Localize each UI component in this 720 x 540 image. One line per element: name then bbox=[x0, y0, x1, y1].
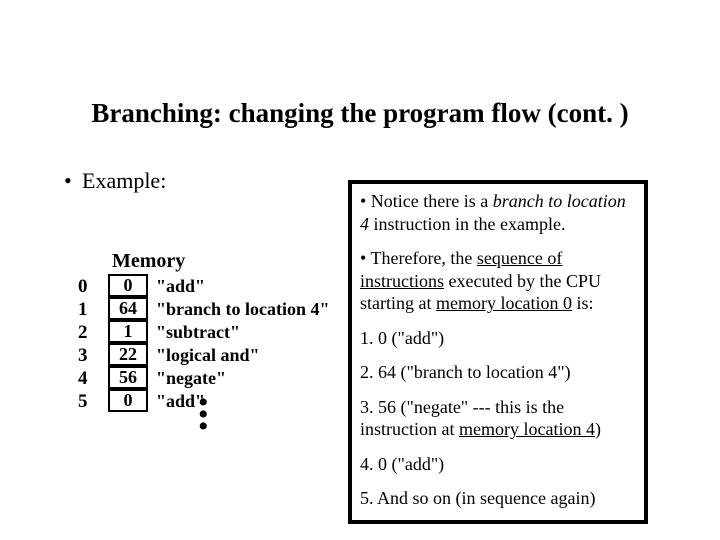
callout-p1: • Notice there is a branch to location 4… bbox=[360, 190, 636, 235]
callout-p2: • Therefore, the sequence of instruction… bbox=[360, 247, 636, 315]
memory-instr: "branch to location 4" bbox=[156, 299, 330, 320]
memory-row: 1 64 "branch to location 4" bbox=[78, 298, 330, 321]
memory-addr: 5 bbox=[78, 391, 108, 413]
example-label: Example: bbox=[82, 168, 166, 194]
ellipsis-icon: ••• bbox=[198, 398, 209, 434]
memory-instr: "logical and" bbox=[156, 345, 260, 366]
memory-addr: 0 bbox=[78, 276, 108, 298]
memory-table: Memory 0 0 "add" 1 64 "branch to locatio… bbox=[78, 250, 330, 413]
callout-step5: 5. And so on (in sequence again) bbox=[360, 487, 636, 510]
memory-addr: 4 bbox=[78, 368, 108, 390]
text: ) bbox=[595, 419, 601, 439]
text: is: bbox=[572, 293, 594, 313]
memory-value: 0 bbox=[108, 274, 148, 297]
text: • Notice there is a bbox=[360, 191, 493, 211]
memory-row: 3 22 "logical and" bbox=[78, 344, 330, 367]
memory-instr: "negate" bbox=[156, 368, 226, 389]
callout-step1: 1. 0 ("add") bbox=[360, 327, 636, 350]
callout-step2: 2. 64 ("branch to location 4") bbox=[360, 361, 636, 384]
memory-value: 0 bbox=[108, 389, 148, 412]
memory-instr: "subtract" bbox=[156, 322, 240, 343]
memory-addr: 1 bbox=[78, 299, 108, 321]
explanation-box: • Notice there is a branch to location 4… bbox=[348, 180, 648, 524]
memory-header: Memory bbox=[112, 250, 330, 273]
slide-title: Branching: changing the program flow (co… bbox=[0, 98, 720, 129]
memory-addr: 3 bbox=[78, 345, 108, 367]
memory-value: 22 bbox=[108, 343, 148, 366]
text: memory location 4 bbox=[459, 419, 595, 439]
memory-value: 56 bbox=[108, 366, 148, 389]
memory-row: 2 1 "subtract" bbox=[78, 321, 330, 344]
callout-step3: 3. 56 ("negate" --- this is the instruct… bbox=[360, 396, 636, 441]
memory-instr: "add" bbox=[156, 276, 205, 297]
memory-value: 64 bbox=[108, 297, 148, 320]
memory-value: 1 bbox=[108, 320, 148, 343]
text: • Therefore, the bbox=[360, 248, 477, 268]
text: instruction in the example. bbox=[369, 214, 565, 234]
slide: Branching: changing the program flow (co… bbox=[0, 0, 720, 540]
text: memory location 0 bbox=[436, 293, 572, 313]
memory-addr: 2 bbox=[78, 322, 108, 344]
callout-step4: 4. 0 ("add") bbox=[360, 453, 636, 476]
memory-row: 0 0 "add" bbox=[78, 275, 330, 298]
